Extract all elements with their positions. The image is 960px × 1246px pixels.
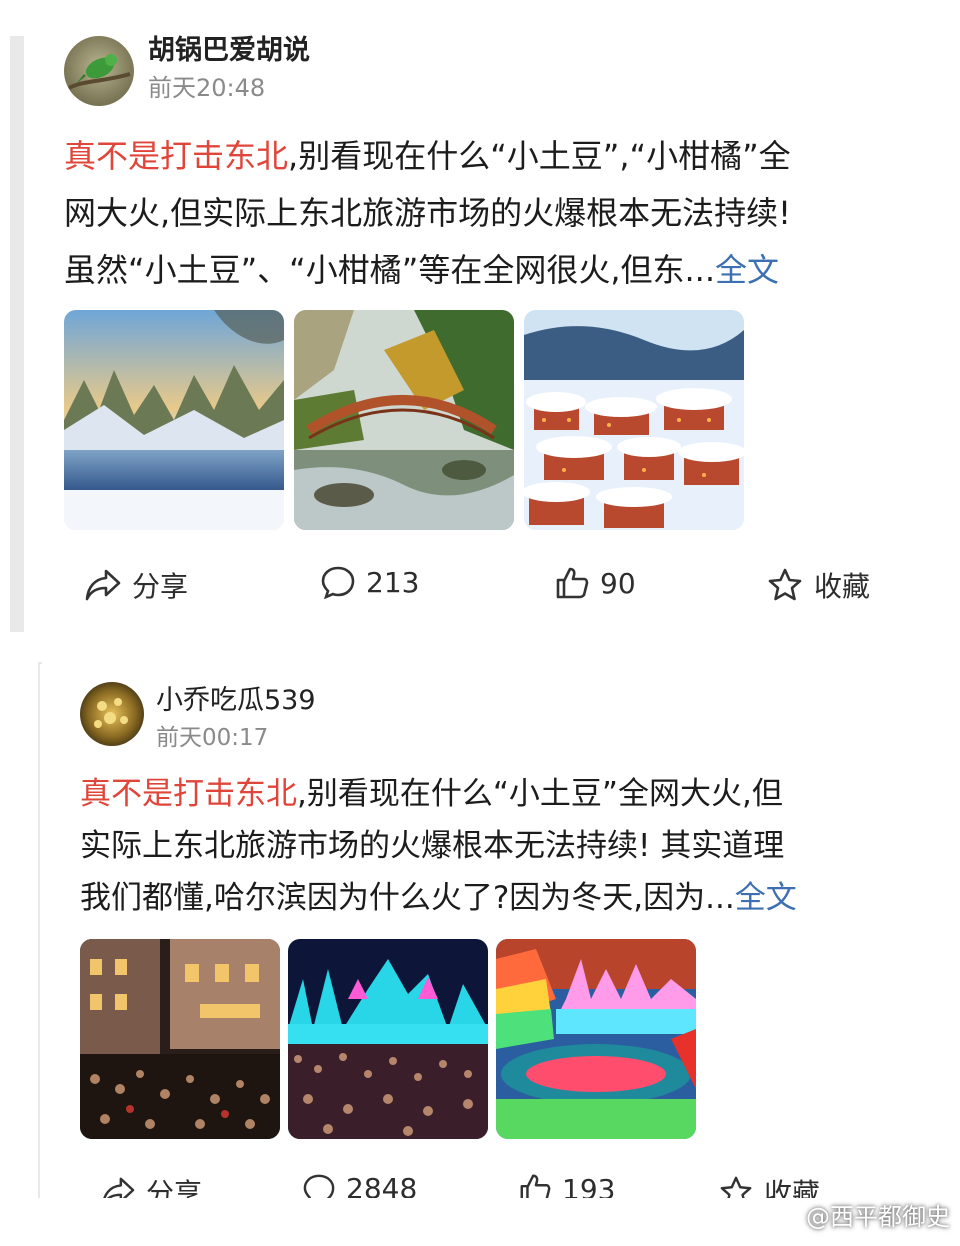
watermark-text: @西平都御史 [806,1203,950,1231]
favorite-button[interactable]: 收藏 [766,565,870,605]
share-button[interactable]: 分享 [84,565,188,605]
post-image[interactable] [294,310,514,530]
post-image[interactable] [80,939,280,1139]
post-time: 前天20:48 [148,74,266,102]
like-count: 90 [600,566,636,600]
post-body[interactable]: 真不是打击东北,别看现在什么“小土豆”全网大火,但 实际上东北旅游市场的火爆根本… [80,768,797,924]
post-image[interactable] [64,310,284,530]
post-line-2: 网大火,但实际上东北旅游市场的火爆根本无法持续! [64,194,792,232]
highlight-text[interactable]: 真不是打击东北 [64,137,288,175]
post-line-1-text: ,别看现在什么“小土豆”全网大火,但 [297,776,783,812]
full-text-link[interactable]: 全文 [735,880,797,916]
share-icon [85,569,121,601]
comment-button[interactable]: 213 [320,565,419,599]
highlight-text[interactable]: 真不是打击东北 [80,776,297,812]
post-line-1: 真不是打击东北,别看现在什么“小土豆”全网大火,但 [80,768,797,820]
weibo-logo-icon [773,1203,801,1227]
avatar[interactable] [64,36,134,106]
favorite-label: 收藏 [814,570,871,603]
watermark: @西平都御史 [772,1197,950,1232]
post-line-3: 我们都懂,哈尔滨因为什么火了?因为冬天,因为...全文 [80,872,797,924]
post-body[interactable]: 真不是打击东北,别看现在什么“小土豆”,“小柑橘”全 网大火,但实际上东北旅游市… [64,128,791,299]
post-image[interactable] [496,939,696,1139]
comment-count: 213 [366,565,420,599]
post-image[interactable] [288,939,488,1139]
post-time: 前天00:17 [156,725,269,751]
post-card: 胡锅巴爱胡说 前天20:48 真不是打击东北,别看现在什么“小土豆”,“小柑橘”… [24,20,944,634]
share-label: 分享 [132,570,189,603]
comment-icon [321,566,355,599]
author-name[interactable]: 小乔吃瓜539 [156,678,316,717]
like-button[interactable]: 90 [554,565,636,601]
full-text-link[interactable]: 全文 [715,251,779,289]
post-line-1-text: ,别看现在什么“小土豆”,“小柑橘”全 [288,137,791,175]
post-image[interactable] [524,310,744,530]
post-line-3-text: 虽然“小土豆”、“小柑橘”等在全网很火,但东... [64,251,716,289]
star-icon [768,568,802,601]
author-name[interactable]: 胡锅巴爱胡说 [148,28,310,67]
avatar[interactable] [80,682,144,746]
post-line-1: 真不是打击东北,别看现在什么“小土豆”,“小柑橘”全 [64,128,791,185]
post-line-3: 虽然“小土豆”、“小柑橘”等在全网很火,但东...全文 [64,242,791,299]
post-card: 小乔吃瓜539 前天00:17 真不是打击东北,别看现在什么“小土豆”全网大火,… [40,664,940,1210]
post-line-2: 实际上东北旅游市场的火爆根本无法持续! 其实道理 [80,828,785,864]
thumbs-up-icon [556,567,589,599]
page-edge-left [10,36,24,632]
post-line-3-text: 我们都懂,哈尔滨因为什么火了?因为冬天,因为... [80,880,735,916]
